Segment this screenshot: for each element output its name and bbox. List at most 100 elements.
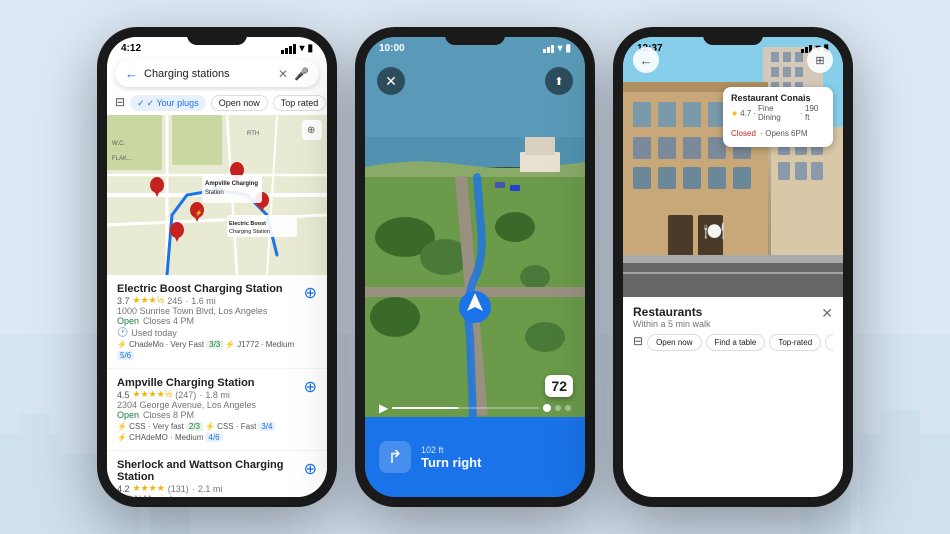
result1-rating: 3.7 ★★★½ 245 · 1.6 mi [117, 295, 300, 306]
phone2-notch [445, 31, 505, 45]
result1-nav-icon[interactable]: ⊕ [304, 283, 317, 303]
search-text: Charging stations [144, 68, 272, 80]
nav-progress-bar: ▶ [365, 401, 585, 415]
svg-text:W.C.: W.C. [112, 141, 125, 147]
panel-close-button[interactable]: ✕ [821, 305, 833, 322]
wifi-icon: ▾ [299, 43, 304, 54]
back-icon: ← [640, 53, 653, 68]
street-view-image: ← ⊞ 12:37 ▾ ▮ [623, 37, 843, 297]
phone-street-view: ← ⊞ 12:37 ▾ ▮ [613, 27, 853, 507]
result3-name: Sherlock and Wattson Charging Station [117, 459, 300, 483]
result-item-1[interactable]: Electric Boost Charging Station 3.7 ★★★½… [107, 275, 327, 369]
panel-filter-icon[interactable]: ⊟ [633, 334, 643, 351]
signal-icon [281, 44, 296, 54]
search-bar[interactable]: ← Charging stations ✕ 🎤 [115, 60, 319, 87]
nav-close-button[interactable]: ✕ [377, 67, 405, 95]
wifi-icon-2: ▾ [557, 43, 562, 54]
chip-more[interactable]: More [825, 334, 833, 351]
nav-instruction-bar: ↱ 102 ft Turn right [365, 417, 585, 497]
nav-share-button[interactable]: ⬆ [545, 67, 573, 95]
phone1-screen: 4:12 ▾ ▮ ← Charging stations ✕ 🎤 [107, 37, 327, 497]
nav-distance: 102 ft [421, 445, 481, 455]
restaurant-rating: ★ 4.7 · Fine Dining · 190 ft [731, 104, 825, 122]
phones-container: 4:12 ▾ ▮ ← Charging stations ✕ 🎤 [97, 27, 853, 507]
battery-icon: ▮ [307, 43, 313, 54]
panel-header: Restaurants Within a 5 min walk ✕ [633, 305, 833, 329]
result3-nav-icon[interactable]: ⊕ [304, 459, 317, 479]
chip-find-table[interactable]: Find a table [706, 334, 766, 351]
restaurant-status: Closed · Opens 6PM [731, 123, 825, 141]
svg-text:RTH: RTH [247, 131, 259, 137]
result1-status: Open [117, 316, 139, 326]
phone3-screen: ← ⊞ 12:37 ▾ ▮ [623, 37, 843, 497]
phone2-screen: 10:00 ▾ ▮ [365, 37, 585, 497]
result1-addr: 1000 Sunrise Town Blvd, Los Angeles [117, 306, 300, 316]
phone1-time: 4:12 [121, 43, 141, 54]
chip-panel-open-now[interactable]: Open now [647, 334, 701, 351]
result1-closes: Closes 4 PM [143, 316, 194, 326]
map-area[interactable]: W.C. FLAK... RTH ⚡ [107, 115, 327, 275]
restaurant-info-card[interactable]: Restaurant Conais ★ 4.7 · Fine Dining · … [723, 87, 833, 147]
svg-text:Electric Boost: Electric Boost [229, 221, 266, 227]
chip-your-plugs[interactable]: ✓✓ Your plugs [130, 95, 206, 111]
phone1-status-icons: ▾ ▮ [281, 43, 313, 54]
result2-chargers: ⚡ CSS · Very fast 2/3 ⚡ CSS · Fast 3/4 ⚡… [117, 422, 300, 442]
svg-text:Station: Station [205, 190, 224, 196]
result1-name: Electric Boost Charging Station [117, 283, 300, 295]
play-icon[interactable]: ▶ [379, 401, 388, 415]
svg-text:FLAK...: FLAK... [112, 156, 132, 162]
speed-badge: 72 [545, 375, 573, 397]
result2-rating: 4.5 ★★★★½ (247) · 1.8 mi [117, 389, 300, 400]
progress-dot-active [543, 404, 551, 412]
panel-subtitle: Within a 5 min walk [633, 319, 711, 329]
result1-chargers: ⚡ ChadeMo · Very Fast 3/3 ⚡ J1772 · Medi… [117, 340, 300, 360]
progress-dot [555, 405, 561, 411]
street-view-more-button[interactable]: ⊞ [807, 47, 833, 73]
result-item-2[interactable]: Ampville Charging Station 4.5 ★★★★½ (247… [107, 369, 327, 451]
phone2-status-icons: ▾ ▮ [543, 43, 571, 54]
result2-nav-icon[interactable]: ⊕ [304, 377, 317, 397]
signal-icon-2 [543, 45, 554, 53]
progress-fill [392, 407, 458, 409]
result3-rating: 4.2 ★★★★ (131) · 2.1 mi [117, 483, 300, 494]
close-icon[interactable]: ✕ [278, 67, 288, 81]
result-list: Electric Boost Charging Station 3.7 ★★★½… [107, 275, 327, 497]
nav-text: 102 ft Turn right [421, 445, 481, 470]
filter-chips: ⊟ ✓✓ Your plugs Open now Top rated [107, 91, 327, 115]
panel-filter-chips: ⊟ Open now Find a table Top-rated More [633, 334, 833, 351]
chip-top-rated[interactable]: Top rated [273, 95, 327, 111]
result-item-3[interactable]: Sherlock and Wattson Charging Station 4.… [107, 451, 327, 497]
phone2-time: 10:00 [379, 43, 405, 54]
panel-title: Restaurants [633, 305, 711, 319]
grid-icon: ⊞ [815, 54, 824, 67]
phone3-notch [703, 31, 763, 45]
street-view-back-button[interactable]: ← [633, 47, 659, 73]
restaurant-stars: ★ [731, 109, 738, 118]
progress-dot-2 [565, 405, 571, 411]
phone-charging-stations: 4:12 ▾ ▮ ← Charging stations ✕ 🎤 [97, 27, 337, 507]
filter-icon[interactable]: ⊟ [115, 95, 125, 111]
progress-track [392, 407, 539, 409]
share-icon: ⬆ [554, 75, 563, 88]
close-icon-nav: ✕ [385, 73, 397, 90]
result2-stars: ★★★★½ [133, 389, 173, 400]
chip-panel-top-rated[interactable]: Top-rated [769, 334, 821, 351]
restaurants-panel: Restaurants Within a 5 min walk ✕ ⊟ Open… [623, 297, 843, 359]
mic-icon[interactable]: 🎤 [294, 67, 309, 81]
back-arrow-icon[interactable]: ← [125, 66, 138, 81]
result1-stars: ★★★½ [133, 295, 165, 306]
nav-map [365, 37, 585, 417]
result2-name: Ampville Charging Station [117, 377, 300, 389]
svg-text:⊕: ⊕ [307, 125, 315, 136]
turn-right-icon: ↱ [379, 441, 411, 473]
svg-text:Charging Station: Charging Station [229, 229, 270, 235]
nav-street: Turn right [421, 455, 481, 470]
phone1-notch [187, 31, 247, 45]
speed-value: 72 [551, 378, 567, 394]
restaurant-emoji-marker: 🍽️ [703, 221, 725, 242]
battery-icon-2: ▮ [565, 43, 571, 54]
svg-text:Ampville Charging: Ampville Charging [205, 181, 258, 187]
restaurant-name: Restaurant Conais [731, 93, 825, 103]
svg-text:⚡: ⚡ [195, 209, 202, 217]
chip-open-now[interactable]: Open now [211, 95, 268, 111]
